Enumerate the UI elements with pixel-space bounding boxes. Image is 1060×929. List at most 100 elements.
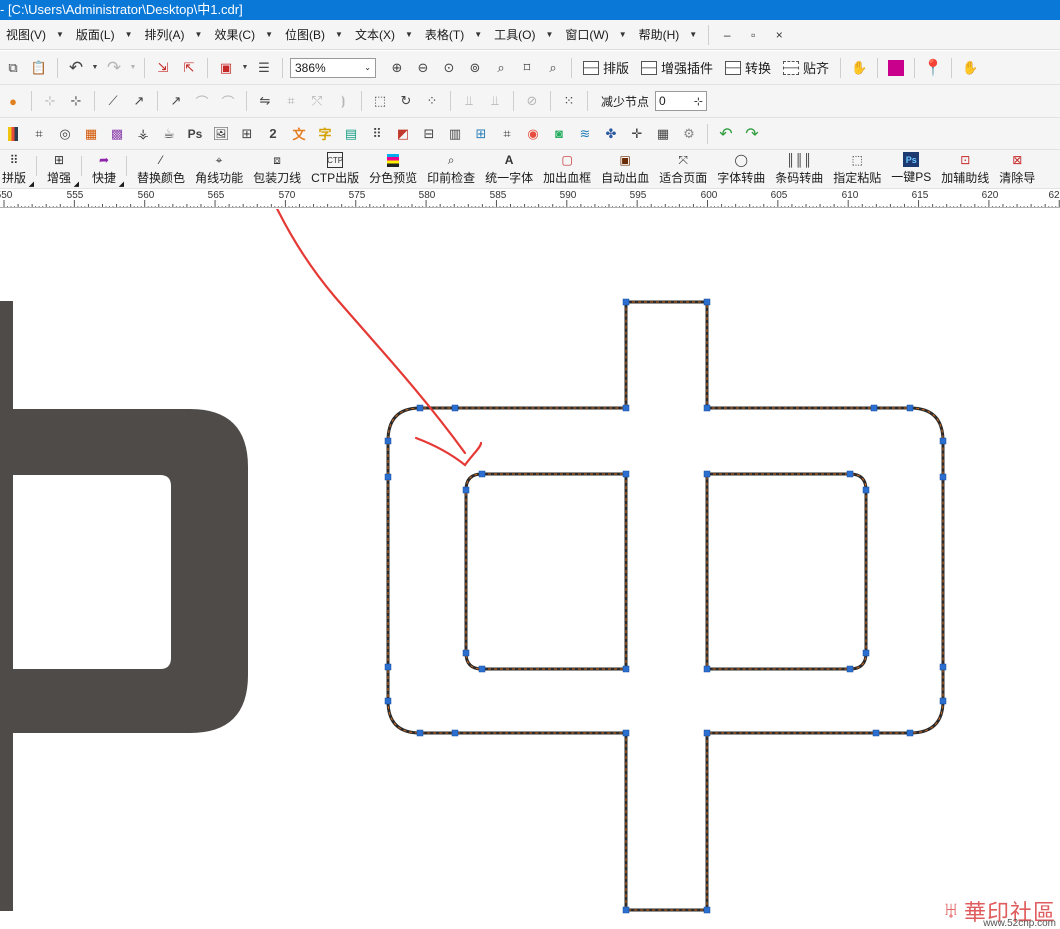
redo-green-icon[interactable]: ↷	[741, 123, 763, 145]
reduce-nodes-input[interactable]: 0 ⊹	[655, 91, 708, 111]
crop-marks-icon[interactable]: ⚶	[132, 123, 154, 145]
pin-icon[interactable]: 📍	[922, 57, 944, 79]
copy-icon[interactable]: ⧉	[2, 57, 24, 79]
path-node[interactable]	[451, 729, 459, 737]
settings-icon[interactable]: ⚙	[678, 123, 700, 145]
image-icon[interactable]: 🖼	[210, 123, 232, 145]
path-node[interactable]	[478, 665, 486, 673]
shortcut-button[interactable]: ➦ 快捷 ◢	[92, 152, 124, 188]
path-node[interactable]	[384, 697, 392, 705]
menu-bitmaps[interactable]: 位图(B) ▼	[279, 20, 349, 49]
chevron-down-icon[interactable]: ▼	[129, 57, 137, 79]
replace-color-button[interactable]: ⁄ 替换颜色	[137, 152, 185, 186]
path-node[interactable]	[622, 906, 630, 914]
menu-effects[interactable]: 效果(C) ▼	[208, 20, 279, 49]
menu-view[interactable]: 视图(V) ▼	[0, 20, 70, 49]
path-node[interactable]	[872, 729, 880, 737]
menu-layout[interactable]: 版面(L) ▼	[70, 20, 139, 49]
select-all-nodes-icon[interactable]: ⁙	[558, 90, 580, 112]
swatches-icon[interactable]: ▦	[80, 123, 102, 145]
add-node-icon[interactable]: ⊹	[39, 90, 61, 112]
path-node[interactable]	[870, 404, 878, 412]
close-button[interactable]: ×	[766, 20, 792, 49]
zoom-level-select[interactable]: 386% ⌄	[290, 57, 376, 78]
publish-icon[interactable]: ▣	[215, 57, 237, 79]
paste-icon[interactable]: 📋	[28, 57, 50, 79]
record-icon[interactable]: ◉	[522, 123, 544, 145]
path-node[interactable]	[416, 729, 424, 737]
path-node[interactable]	[622, 298, 630, 306]
font-to-curve-button[interactable]: ◯ 字体转曲	[717, 152, 765, 186]
path-node[interactable]	[703, 470, 711, 478]
path-node[interactable]	[703, 729, 711, 737]
align-icon[interactable]: ⊞	[470, 123, 492, 145]
mirror-v-icon[interactable]: ⫫	[484, 90, 506, 112]
path-node[interactable]	[703, 404, 711, 412]
corner-marks-button[interactable]: ⌖ 角线功能	[195, 152, 243, 186]
convert-button[interactable]: 转换	[721, 56, 775, 80]
add-guides-button[interactable]: ⊡ 加辅助线	[941, 152, 989, 186]
zoom-all-icon[interactable]: ⊚	[464, 57, 486, 79]
break-curve-icon[interactable]: ⦘	[332, 90, 354, 112]
path-node[interactable]	[862, 649, 870, 657]
dots-icon[interactable]: ⠿	[366, 123, 388, 145]
minimize-button[interactable]: –	[714, 20, 740, 49]
drawing-canvas[interactable]: ♅ 華印社區 www.52cnp.com	[0, 209, 1060, 929]
one-click-ps-button[interactable]: Ps 一键PS	[891, 152, 931, 185]
join-nodes-icon[interactable]: ⤲	[306, 90, 328, 112]
path-node[interactable]	[384, 437, 392, 445]
elastic-mode-icon[interactable]: ⊘	[521, 90, 543, 112]
cusp-node-icon[interactable]: ↗	[165, 90, 187, 112]
path-node[interactable]	[384, 473, 392, 481]
coffee-icon[interactable]: ☕	[158, 123, 180, 145]
export-icon[interactable]: ⇱	[178, 57, 200, 79]
path-node[interactable]	[703, 665, 711, 673]
path-node[interactable]	[939, 473, 947, 481]
restore-button[interactable]: ▫	[740, 20, 766, 49]
import-icon[interactable]: ⇲	[152, 57, 174, 79]
path-node[interactable]	[478, 470, 486, 478]
clear-guides-button[interactable]: ⊠ 清除导	[999, 152, 1035, 186]
ctp-output-button[interactable]: CTP CTP出版	[311, 152, 359, 186]
columns-icon[interactable]: ▥	[444, 123, 466, 145]
path-node[interactable]	[451, 404, 459, 412]
zoom-out-icon[interactable]: ⊖	[412, 57, 434, 79]
to-line-icon[interactable]: ⟋	[102, 90, 124, 112]
spinner-icon[interactable]: ⊹	[694, 95, 703, 108]
auto-bleed-button[interactable]: ▣ 自动出血	[601, 152, 649, 186]
undo-green-icon[interactable]: ↶	[715, 123, 737, 145]
filled-glyph[interactable]	[0, 301, 248, 911]
smooth-node-icon[interactable]: ⌒	[191, 90, 213, 112]
text-wen-icon[interactable]: 文	[288, 123, 310, 145]
zoom-selected-icon[interactable]: ⊙	[438, 57, 460, 79]
layout-button[interactable]: 排版	[579, 56, 633, 80]
horizontal-ruler[interactable]: 550 555 560 565 570 575 580 585 590 595 …	[0, 189, 1060, 208]
path-node[interactable]	[622, 470, 630, 478]
symmetric-node-icon[interactable]: ⌒	[217, 90, 239, 112]
path-node[interactable]	[622, 404, 630, 412]
imposition-button[interactable]: ⠿ 拼版 ◢	[2, 152, 34, 188]
redo-icon[interactable]: ↷	[103, 57, 125, 79]
chevron-down-icon[interactable]: ▼	[241, 57, 249, 79]
eye-icon[interactable]: ◙	[548, 123, 570, 145]
extend-curve-icon[interactable]: ⌗	[280, 90, 302, 112]
path-node[interactable]	[703, 298, 711, 306]
frame-icon[interactable]: ⌗	[28, 123, 50, 145]
align-nodes-icon[interactable]: ⁘	[421, 90, 443, 112]
enhance-button[interactable]: ⊞ 增强 ◢	[47, 152, 79, 188]
zoom-height-icon[interactable]: ⌕	[542, 57, 564, 79]
target-icon[interactable]: ◎	[54, 123, 76, 145]
rotate-nodes-icon[interactable]: ↻	[395, 90, 417, 112]
path-node[interactable]	[622, 665, 630, 673]
photoshop-icon[interactable]: Ps	[184, 123, 206, 145]
path-node[interactable]	[622, 729, 630, 737]
undo-icon[interactable]: ↶	[65, 57, 87, 79]
barcode-to-curve-button[interactable]: ║║║ 条码转曲	[775, 152, 823, 186]
menu-table[interactable]: 表格(T) ▼	[419, 20, 488, 49]
number-icon[interactable]: 2	[262, 123, 284, 145]
calendar-icon[interactable]: ▦	[652, 123, 674, 145]
snap-button[interactable]: 贴齐	[779, 56, 833, 80]
node-handles[interactable]	[384, 298, 947, 914]
hand-icon[interactable]: ✋	[959, 57, 981, 79]
stretch-nodes-icon[interactable]: ⬚	[369, 90, 391, 112]
